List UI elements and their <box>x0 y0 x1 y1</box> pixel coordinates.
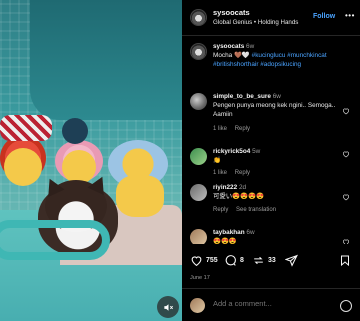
send-button[interactable] <box>285 254 301 267</box>
comment-item: riyin222 2d 可愛い😍😍😍😍 Reply See translatio… <box>182 183 360 221</box>
toy-duck-1 <box>4 148 42 186</box>
comment-username[interactable]: simple_to_be_sure <box>213 93 271 100</box>
comments-list[interactable]: sysoocats 6w Mocha 🤎🤍 #kucinglucu #munch… <box>182 37 360 244</box>
comment-time: 5w <box>252 148 261 155</box>
comment-item: taybakhan 6w 😍😍😍 <box>182 228 360 244</box>
comment-likes[interactable]: 1 like <box>213 126 227 132</box>
caption: sysoocats 6w Mocha 🤎🤍 #kucinglucu #munch… <box>182 42 360 88</box>
reply-button[interactable]: Reply <box>235 170 250 176</box>
comment-text: rickyrick5o4 5w 👏 <box>213 147 341 165</box>
action-bar: 755 8 33 <box>182 248 360 274</box>
follow-button[interactable]: Follow <box>313 13 335 20</box>
comment-username[interactable]: riyin222 <box>213 184 237 191</box>
comment-username[interactable]: taybakhan <box>213 229 245 236</box>
comment-button[interactable]: 8 <box>224 254 244 267</box>
comment-time: 2d <box>238 184 247 191</box>
author-username[interactable]: sysoocats <box>213 8 250 17</box>
audio-subtitle[interactable]: Global Genius • Holding Hands <box>213 19 298 26</box>
comment-body: 😍😍😍 <box>213 238 237 244</box>
comment-input[interactable] <box>213 299 313 308</box>
comment-text: riyin222 2d 可愛い😍😍😍😍 <box>213 183 341 201</box>
heart-icon[interactable] <box>342 107 350 115</box>
bookmark-icon <box>341 255 349 267</box>
toy-duck-3 <box>116 175 164 217</box>
heart-icon[interactable] <box>342 238 350 244</box>
reply-button[interactable]: Reply <box>235 126 250 132</box>
more-options-icon[interactable]: ••• <box>345 11 355 20</box>
paper-plane-icon <box>285 254 298 267</box>
repost-icon <box>254 256 263 265</box>
post-media[interactable] <box>0 0 182 321</box>
comment-count: 8 <box>240 257 244 264</box>
comment-item: rickyrick5o4 5w 👏 1 like Reply <box>182 147 360 183</box>
comment-avatar[interactable] <box>190 184 207 201</box>
comment-body: Pengen punya meong kek ngini.. Semoga.. … <box>213 102 336 118</box>
viewer-avatar <box>190 298 205 313</box>
like-count: 755 <box>206 257 218 264</box>
heart-icon[interactable] <box>342 150 350 158</box>
mute-button[interactable] <box>157 296 179 318</box>
toy-hat-striped <box>0 115 52 141</box>
caption-time: 6w <box>246 43 255 50</box>
caption-avatar[interactable] <box>190 43 207 60</box>
save-button[interactable] <box>339 254 354 267</box>
see-translation-link[interactable]: See translation <box>236 207 276 213</box>
author-avatar[interactable] <box>190 9 207 26</box>
caption-body: Mocha 🤎🤍 <box>213 52 250 59</box>
caption-username[interactable]: sysoocats <box>213 43 244 50</box>
comment-time: 6w <box>272 93 281 100</box>
comment-body: 👏 <box>213 157 221 164</box>
comment-meta: 1 like Reply <box>213 126 256 132</box>
toy-dark-ball <box>62 118 88 144</box>
caption-text: sysoocats 6w Mocha 🤎🤍 #kucinglucu #munch… <box>213 42 341 69</box>
heart-icon <box>191 256 202 267</box>
comment-avatar[interactable] <box>190 93 207 110</box>
crate-handle <box>0 220 110 260</box>
comment-likes[interactable]: 1 like <box>213 170 227 176</box>
comment-meta: 1 like Reply <box>213 170 256 176</box>
comment-username[interactable]: rickyrick5o4 <box>213 148 250 155</box>
post-date[interactable]: June 17 <box>190 275 210 281</box>
comment-time: 6w <box>246 229 255 236</box>
comment-body: 可愛い😍😍😍😍 <box>213 193 265 200</box>
comment-text: simple_to_be_sure 6w Pengen punya meong … <box>213 92 341 119</box>
reply-button[interactable]: Reply <box>213 207 228 213</box>
comment-avatar[interactable] <box>190 148 207 165</box>
crate-wall <box>30 0 182 120</box>
share-count: 33 <box>268 257 276 264</box>
share-button[interactable]: 33 <box>252 254 276 267</box>
comment-avatar[interactable] <box>190 229 207 244</box>
like-button[interactable]: 755 <box>190 254 218 267</box>
post-side-panel: sysoocats Global Genius • Holding Hands … <box>182 0 360 321</box>
add-comment-bar <box>182 288 360 321</box>
comment-item: simple_to_be_sure 6w Pengen punya meong … <box>182 92 360 138</box>
heart-icon[interactable] <box>342 193 350 201</box>
emoji-icon[interactable] <box>340 300 352 312</box>
comment-text: taybakhan 6w 😍😍😍 <box>213 228 341 244</box>
comment-meta: Reply See translation <box>213 207 282 213</box>
post-header: sysoocats Global Genius • Holding Hands … <box>182 0 360 36</box>
comment-bubble-icon <box>225 255 236 266</box>
speaker-muted-icon <box>163 303 173 311</box>
